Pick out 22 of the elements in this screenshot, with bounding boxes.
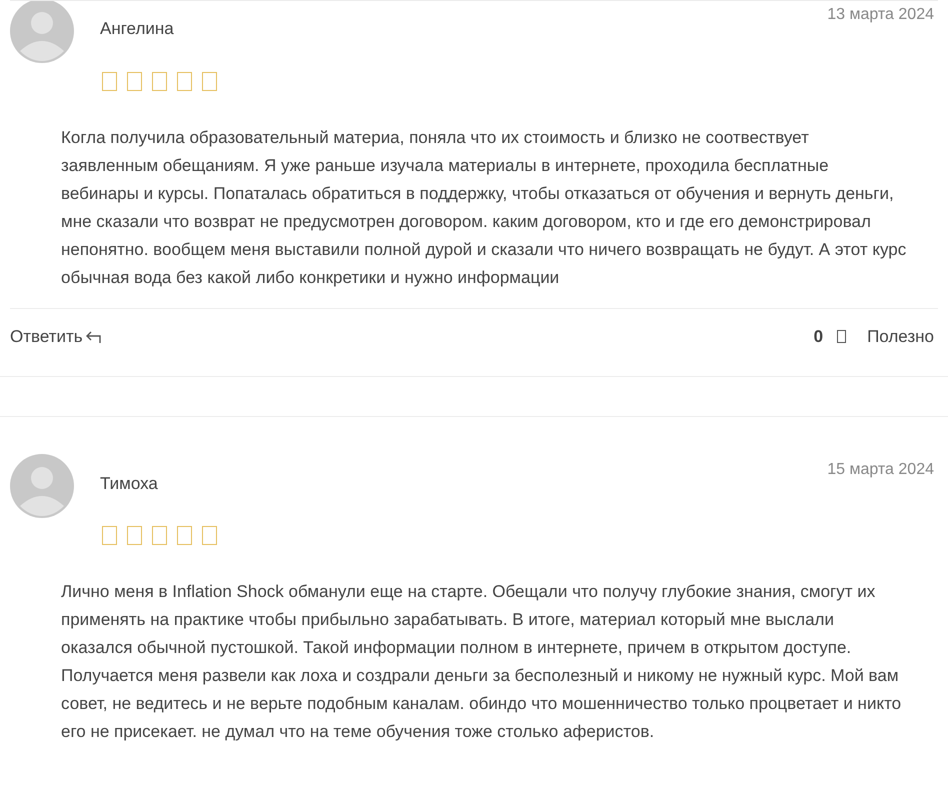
rating-box-icon	[102, 526, 117, 545]
rating-box-icon	[177, 526, 192, 545]
reply-button[interactable]: Ответить	[10, 324, 101, 350]
review-text: Когла получила образовательный материа, поняла что их стоимость и близко не соотвествует заявленным обещаниям. Я уже раньше изучала материалы в интернете, проходила бесплатные вебинары и курсы. Попаталась обратиться в поддержку, чтобы отказаться от обучения и вернуть деньги, мне сказали что возврат не предусмотрен договором. каким договором, кто и где его демонстрировал непонятно. вообщем меня выставили полной дурой и сказали что ничего возвращать не будут. А этот курс обычная вода без какой либо конкретики и нужно информации	[60, 126, 908, 288]
review-date: 13 марта 2024	[827, 5, 934, 25]
rating-box-icon	[152, 72, 167, 90]
vote-count: 0	[814, 326, 824, 348]
rating-box-icon	[127, 526, 142, 545]
review-date: 15 марта 2024	[827, 460, 934, 480]
avatar-icon	[10, 454, 74, 518]
rating-box-icon	[127, 72, 142, 90]
helpful-button[interactable]: Полезно	[867, 324, 934, 350]
rating-box-icon	[202, 526, 217, 545]
placeholder-glyph-icon	[837, 330, 846, 343]
author-name: Ангелина	[100, 18, 174, 40]
author-name: Тимоха	[100, 472, 158, 494]
rating-box-icon	[177, 72, 192, 90]
rating-box-icon	[102, 72, 117, 90]
rating-box-icon	[202, 72, 217, 90]
review-text: Лично меня в Inflation Shock обманули еще на старте. Обещали что получу глубокие знания, смогут их применять на практике чтобы прибыльно зарабатывать. В итоге, материал который мне выслали оказался обычной пустошкой. Такой информации полном в интернете, причем в открытом доступе. Получается меня развели как лоха и создрали деньги за бесполезный и никому не нужный курс. Мой вам совет, не ведитесь и не верьте подобным каналам. обиндо что мошенничество только процветает и никто его не присекает. не думал что на теме обучения тоже столько аферистов.	[60, 581, 902, 743]
rating-box-icon	[152, 526, 167, 545]
reply-arrow-icon	[84, 330, 101, 344]
